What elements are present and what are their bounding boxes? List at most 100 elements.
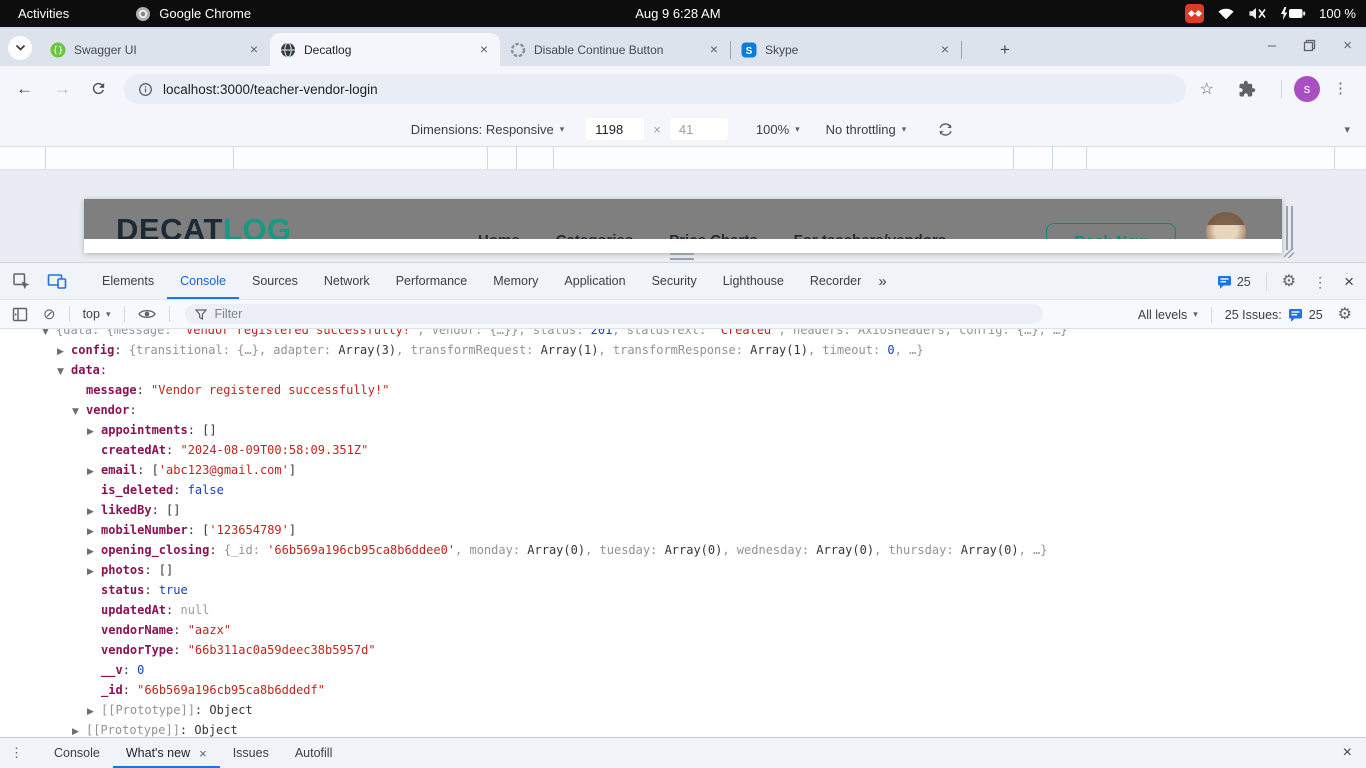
zoom-select[interactable]: 100% ▾: [756, 122, 800, 137]
console-token: Array(1): [541, 343, 599, 357]
forward-button[interactable]: →: [54, 79, 71, 99]
console-token: : []: [152, 503, 181, 517]
browser-tab[interactable]: {}Swagger UI×: [40, 33, 270, 66]
viewport-resize-handle-corner[interactable]: [1282, 246, 1295, 259]
devtools-tab-memory[interactable]: Memory: [480, 263, 551, 299]
log-levels-select[interactable]: All levels ▾: [1138, 308, 1198, 322]
viewport-height-input[interactable]: [670, 118, 728, 140]
focused-app-indicator[interactable]: Google Chrome: [135, 6, 251, 22]
disclosure-arrow-icon[interactable]: ▶: [72, 722, 86, 737]
window-close-button[interactable]: ×: [1343, 38, 1352, 53]
browser-tab[interactable]: SSkype×: [731, 33, 961, 66]
console-token: :: [114, 343, 128, 357]
window-minimize-button[interactable]: –: [1268, 38, 1276, 53]
book-now-button[interactable]: Book Now: [1046, 223, 1176, 239]
disclosure-arrow-icon[interactable]: ▶: [87, 702, 101, 722]
devtools-tab-performance[interactable]: Performance: [383, 263, 481, 299]
devtools-tab-recorder[interactable]: Recorder: [797, 263, 874, 299]
throttling-value: No throttling: [826, 122, 896, 137]
drawer-close-icon[interactable]: ×: [1343, 744, 1352, 762]
devtools-tab-security[interactable]: Security: [639, 263, 710, 299]
tab-search-button[interactable]: [8, 36, 32, 60]
user-photo-avatar[interactable]: [1206, 212, 1246, 239]
disclosure-arrow-icon[interactable]: ▶: [87, 542, 101, 562]
disclosure-arrow-icon[interactable]: ▶: [87, 502, 101, 522]
inspect-element-icon[interactable]: [12, 272, 31, 291]
nav-link[interactable]: Categories: [556, 232, 634, 239]
console-filter-input[interactable]: Filter: [185, 304, 1043, 324]
devtools-settings-icon[interactable]: ⚙: [1282, 274, 1296, 290]
drawer-tab-autofill[interactable]: Autofill: [282, 738, 346, 768]
tab-close-icon[interactable]: ×: [706, 42, 722, 58]
chevron-down-icon: ▾: [560, 124, 565, 135]
swagger-favicon-icon: {}: [50, 42, 66, 58]
devtools-menu-icon[interactable]: ⋮: [1313, 274, 1327, 291]
drawer-tab-issues[interactable]: Issues: [220, 738, 282, 768]
screen-record-icon: [1185, 4, 1204, 23]
device-type-select[interactable]: Dimensions: Responsive ▾: [411, 122, 565, 137]
disclosure-arrow-icon[interactable]: ▼: [57, 362, 71, 382]
nav-link[interactable]: Price Charts: [669, 232, 757, 239]
tab-close-icon[interactable]: ×: [476, 42, 492, 58]
svg-text:{}: {}: [53, 46, 64, 56]
back-button[interactable]: ←: [16, 79, 33, 99]
disclosure-arrow-icon[interactable]: ▶: [87, 562, 101, 582]
rotate-viewport-icon[interactable]: [936, 120, 955, 139]
live-expression-eye-icon[interactable]: [138, 308, 156, 320]
chrome-menu-icon[interactable]: ⋮: [1333, 79, 1348, 97]
new-tab-button[interactable]: +: [1000, 41, 1010, 58]
device-toolbar-toggle-icon[interactable]: [47, 272, 67, 290]
devtools-tab-network[interactable]: Network: [311, 263, 383, 299]
console-sidebar-icon[interactable]: [12, 307, 28, 322]
devtools-tab-lighthouse[interactable]: Lighthouse: [710, 263, 797, 299]
console-token: 0: [887, 343, 894, 357]
console-token: {transitional: {…}, adapter:: [129, 343, 339, 357]
drawer-tab-close-icon[interactable]: ×: [199, 746, 207, 761]
devtools-tab-elements[interactable]: Elements: [89, 263, 167, 299]
tab-close-icon[interactable]: ×: [246, 42, 262, 58]
disclosure-arrow-icon[interactable]: ▼: [72, 402, 86, 422]
javascript-context-select[interactable]: top ▾: [83, 307, 111, 321]
devtools-tab-console[interactable]: Console: [167, 263, 239, 299]
extensions-icon[interactable]: [1238, 80, 1256, 98]
profile-avatar[interactable]: s: [1294, 76, 1320, 102]
nav-link[interactable]: For teachers/vendors: [794, 232, 947, 239]
issues-badge[interactable]: 25 Issues: 25: [1225, 308, 1323, 322]
site-info-icon[interactable]: [138, 82, 153, 97]
more-tabs-button[interactable]: »: [878, 273, 886, 290]
address-bar[interactable]: localhost:3000/teacher-vendor-login: [124, 74, 1186, 104]
window-restore-button[interactable]: [1303, 39, 1316, 52]
devtools-tab-sources[interactable]: Sources: [239, 263, 311, 299]
bookmark-star-icon[interactable]: ☆: [1200, 79, 1214, 99]
console-messages-badge[interactable]: 25: [1217, 275, 1251, 289]
url-text: localhost:3000/teacher-vendor-login: [163, 82, 378, 97]
reload-button[interactable]: [90, 80, 107, 97]
console-settings-icon[interactable]: ⚙: [1338, 307, 1352, 323]
disclosure-arrow-icon[interactable]: ▶: [87, 422, 101, 442]
browser-tab[interactable]: Decatlog×: [270, 33, 500, 66]
viewport-width-input[interactable]: [586, 118, 644, 140]
disclosure-arrow-icon[interactable]: ▼: [42, 329, 56, 342]
tab-close-icon[interactable]: ×: [937, 42, 953, 58]
drawer-menu-icon[interactable]: ⋮: [10, 745, 23, 761]
disclosure-arrow-icon[interactable]: ▶: [87, 522, 101, 542]
throttling-select[interactable]: No throttling ▾: [826, 122, 907, 137]
clear-console-icon[interactable]: ⊘: [43, 305, 56, 323]
site-logo[interactable]: DECATLOG: [116, 213, 292, 239]
devtools-close-icon[interactable]: ×: [1344, 272, 1354, 292]
console-token: '66b569a196cb95ca8b6ddee0': [267, 543, 455, 557]
clock[interactable]: Aug 9 6:28 AM: [635, 6, 720, 21]
browser-tab[interactable]: Disable Continue Button×: [500, 33, 730, 66]
devtools-tab-application[interactable]: Application: [551, 263, 638, 299]
activities-button[interactable]: Activities: [18, 6, 69, 21]
logo-text-dark: DECAT: [116, 212, 223, 239]
disclosure-arrow-icon[interactable]: ▶: [87, 462, 101, 482]
drawer-tab-console[interactable]: Console: [41, 738, 113, 768]
disclosure-arrow-icon[interactable]: ▶: [57, 342, 71, 362]
drawer-tab-what-s-new[interactable]: What's new×: [113, 738, 220, 768]
system-tray[interactable]: 100 %: [1185, 4, 1356, 23]
console-output[interactable]: ▼{data: {message: 'Vendor registered suc…: [0, 329, 1366, 737]
nav-link[interactable]: Home: [478, 232, 520, 239]
viewport-resize-handle-right[interactable]: [1286, 206, 1293, 250]
device-toolbar-options-icon[interactable]: ▾: [1344, 112, 1350, 147]
